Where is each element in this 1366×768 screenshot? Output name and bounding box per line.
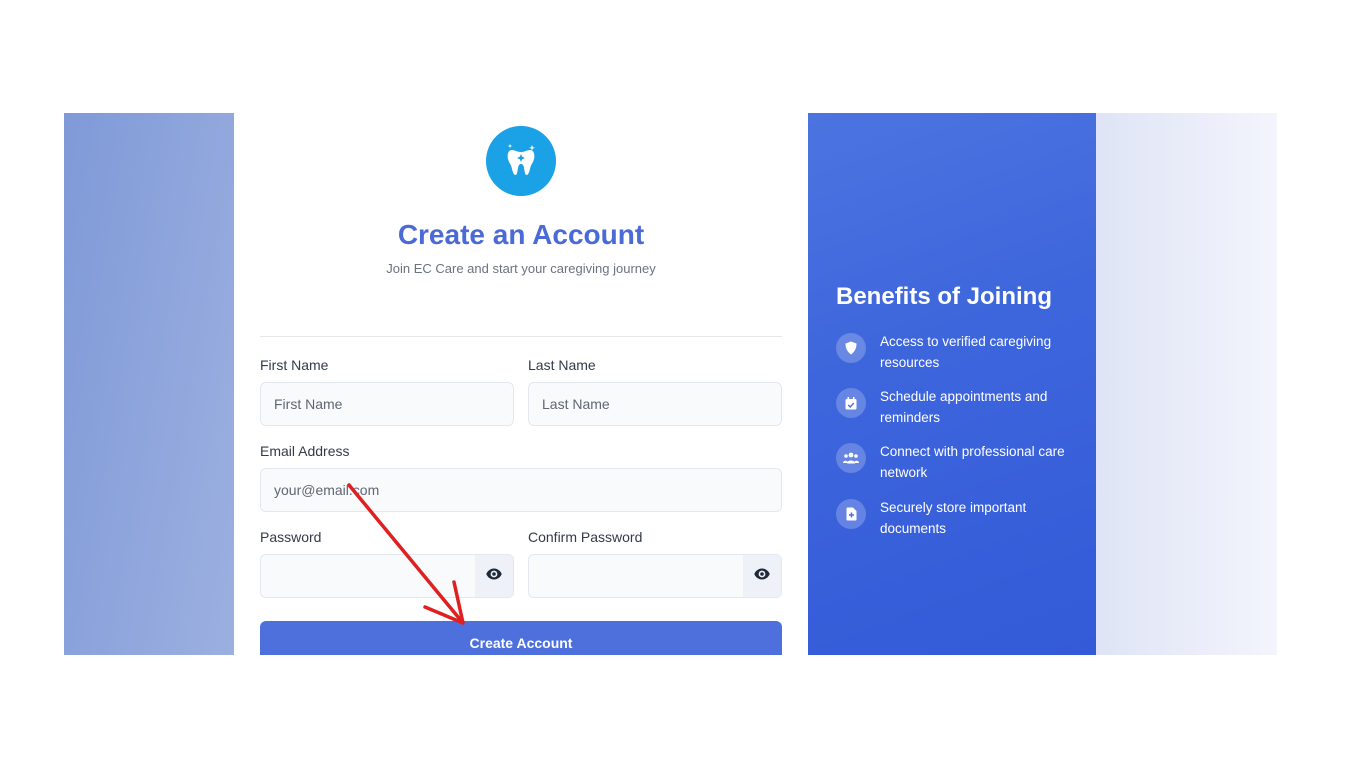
create-account-button[interactable]: Create Account [260, 621, 782, 655]
first-name-input[interactable] [260, 382, 514, 426]
divider [260, 336, 782, 337]
benefit-text: Schedule appointments and reminders [880, 389, 1048, 425]
email-label: Email Address [260, 443, 350, 459]
calendar-icon [836, 388, 866, 418]
password-label: Password [260, 529, 322, 545]
first-name-label: First Name [260, 357, 329, 373]
benefits-title: Benefits of Joining [836, 283, 1052, 310]
tooth-icon [486, 126, 556, 196]
signup-card: Create an Account Join EC Care and start… [234, 113, 808, 655]
last-name-input[interactable] [528, 382, 782, 426]
eye-icon [486, 567, 502, 585]
background-panel-right [1096, 113, 1277, 655]
eye-icon [754, 567, 770, 585]
users-icon [836, 443, 866, 473]
last-name-label: Last Name [528, 357, 596, 373]
page-title: Create an Account [397, 219, 645, 250]
benefit-text: Access to verified caregiving resources [880, 334, 1052, 370]
benefits-panel: Benefits of Joining Access to verified c… [808, 113, 1096, 655]
page-background: Create an Account Join EC Care and start… [64, 113, 1277, 655]
confirm-password-visibility-toggle[interactable] [743, 555, 781, 597]
email-input[interactable] [260, 468, 782, 512]
benefit-text: Securely store important documents [880, 500, 1027, 536]
confirm-password-label: Confirm Password [528, 529, 643, 545]
shield-icon [836, 333, 866, 363]
document-icon [836, 499, 866, 529]
benefit-text: Connect with professional care network [880, 444, 1065, 480]
password-visibility-toggle[interactable] [475, 555, 513, 597]
page-subtitle: Join EC Care and start your caregiving j… [386, 261, 656, 276]
